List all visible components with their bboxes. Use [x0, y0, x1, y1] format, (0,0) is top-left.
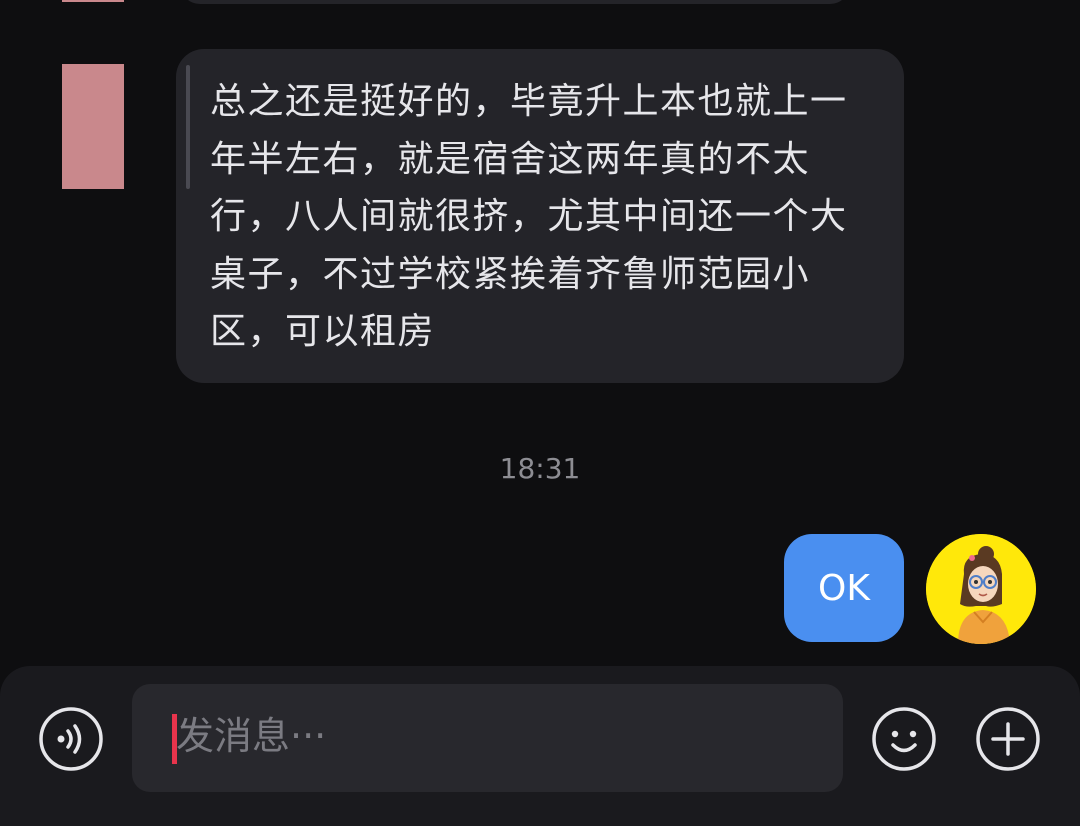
outgoing-message-bubble[interactable]: OK	[784, 534, 904, 642]
incoming-message-bubble[interactable]: 总之还是挺好的，毕竟升上本也就上一年半左右，就是宿舍这两年真的不太行，八人间就很…	[176, 49, 904, 383]
emoji-button[interactable]	[871, 706, 937, 772]
plus-circle-icon	[976, 707, 1040, 771]
cartoon-girl-avatar-icon	[926, 534, 1036, 644]
message-timestamp: 18:31	[499, 452, 581, 485]
quote-bar	[186, 65, 190, 189]
previous-message-bubble	[180, 0, 850, 4]
voice-waves-icon	[39, 707, 103, 771]
message-input[interactable]: 发消息···	[132, 684, 843, 792]
incoming-message-text: 总之还是挺好的，毕竟升上本也就上一年半左右，就是宿舍这两年真的不太行，八人间就很…	[210, 81, 848, 352]
message-input-placeholder: 发消息···	[176, 714, 327, 758]
more-options-button[interactable]	[975, 706, 1041, 772]
outgoing-message-text: OK	[818, 567, 870, 609]
voice-input-button[interactable]	[38, 706, 104, 772]
my-avatar[interactable]	[926, 534, 1036, 644]
smiley-icon	[872, 707, 936, 771]
contact-avatar[interactable]	[62, 64, 124, 189]
previous-avatar	[62, 0, 124, 2]
